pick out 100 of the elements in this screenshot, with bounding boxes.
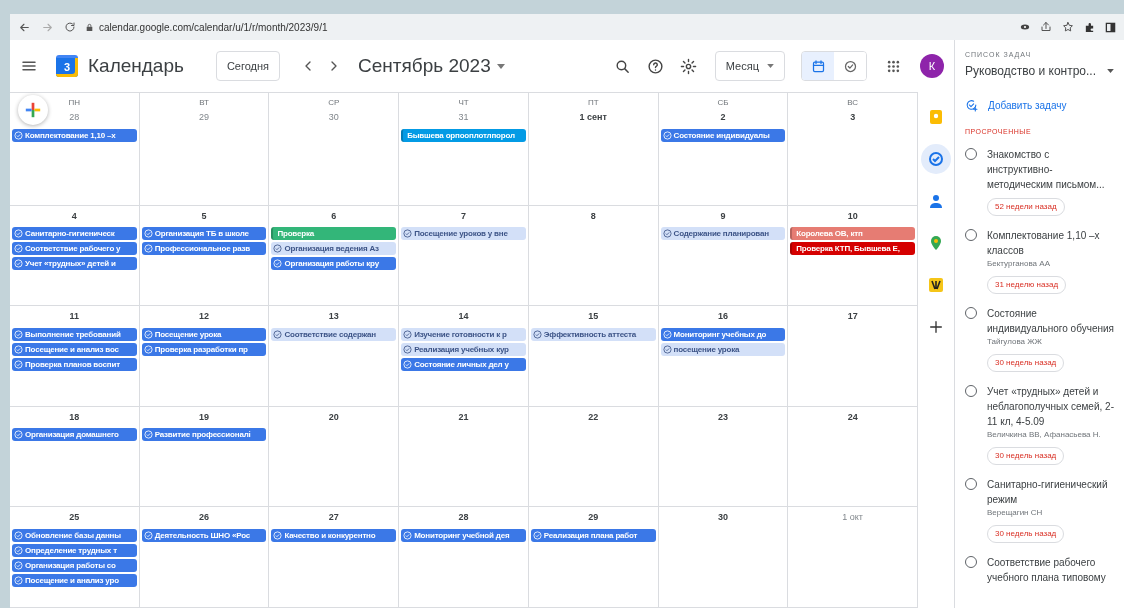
day-number[interactable]: 29 (199, 111, 210, 125)
day-number[interactable]: 18 (69, 410, 80, 425)
day-number[interactable]: 7 (461, 209, 466, 224)
check-circle-icon (14, 344, 23, 354)
check-circle-icon (273, 329, 283, 339)
task-chip[interactable]: Профессиональное разв (141, 242, 267, 256)
task-chip[interactable]: Организация работы со (12, 558, 137, 572)
event-chip[interactable]: Проверка КТП, Бывшева Е, (790, 242, 915, 256)
task-chip[interactable]: Проверка планов воспит (12, 357, 137, 371)
task-chip[interactable]: Соответствие содержан (271, 327, 397, 341)
task-chip[interactable]: Организация ведения Аз (271, 242, 397, 256)
day-number[interactable]: 12 (199, 310, 210, 324)
day-number[interactable]: 30 (328, 111, 339, 125)
day-number[interactable]: 15 (588, 310, 599, 324)
task-chip[interactable]: Комплектование 1,10 –х (12, 128, 137, 142)
task-chip[interactable]: Мониторинг учебной дея (401, 528, 526, 542)
task-chip[interactable]: Состояние личных дел у (401, 357, 526, 371)
view-dropdown[interactable]: Месяц (714, 50, 785, 82)
day-number[interactable]: 31 (458, 111, 469, 125)
create-button[interactable] (18, 95, 48, 125)
day-number[interactable]: 21 (458, 410, 469, 425)
day-number[interactable]: 17 (847, 310, 858, 324)
task-chip[interactable]: Посещение урока (141, 327, 267, 341)
day-number[interactable]: 19 (199, 410, 210, 425)
task-chip[interactable]: Проверка разработки пр (141, 342, 267, 356)
day-number[interactable]: 2 (720, 111, 726, 125)
sidebar-icon[interactable] (1105, 21, 1116, 33)
check-circle-icon (14, 560, 23, 570)
day-number[interactable]: 27 (328, 511, 339, 525)
day-number[interactable]: 29 (588, 511, 599, 525)
day-number[interactable]: 14 (458, 310, 469, 324)
day-number[interactable]: 23 (717, 410, 728, 425)
task-chip[interactable]: Посещение и анализ вос (12, 342, 137, 356)
task-title[interactable]: Учет «трудных» детей и неблагополучных семей, 2-11 кл, 4-5.09 (987, 384, 1114, 429)
task-chip[interactable]: Качество и конкурентно (271, 528, 397, 542)
task-chip[interactable]: Посещение уроков у вне (401, 227, 526, 241)
view-toggle-button[interactable] (802, 52, 834, 80)
task-chip[interactable]: Эффективность аттеста (530, 327, 656, 341)
plus-icon (24, 101, 42, 119)
avatar[interactable]: К (920, 54, 944, 78)
task-title[interactable]: Знакомство с инструктивно-методическим письмом... (987, 147, 1114, 192)
check-circle-icon (14, 259, 23, 269)
task-chip[interactable]: Санитарно-гигиеническ (12, 227, 137, 241)
day-number[interactable]: 10 (847, 209, 858, 224)
url-text: calendar.google.com/calendar/u/1/r/month/2023/9/1 (99, 20, 328, 35)
day-number[interactable]: 28 (458, 511, 469, 525)
task-chip[interactable]: Изучение готовности к р (401, 327, 526, 341)
task-chip[interactable]: Организация работы кру (271, 257, 397, 271)
puzzle-icon[interactable] (1084, 21, 1095, 33)
task-chip[interactable]: Организация домашнего (12, 428, 137, 442)
map-pin-icon (928, 235, 944, 251)
add-task-button[interactable]: Добавить задачу (965, 97, 1114, 113)
day-number[interactable]: 1 окт (842, 511, 863, 525)
day-number[interactable]: 22 (588, 410, 599, 425)
address-bar[interactable]: calendar.google.com/calendar/u/1/r/month/2023/9/1 (86, 19, 1010, 35)
help-icon[interactable] (646, 57, 664, 75)
task-chip[interactable]: Определение трудных т (12, 543, 137, 557)
task-chip[interactable]: Деятельность ШНО «Рос (141, 528, 267, 542)
task-chip[interactable]: Организация ТБ в школе (141, 227, 267, 241)
day-number[interactable]: 20 (328, 410, 339, 425)
day-number[interactable]: 24 (847, 410, 858, 425)
today-button[interactable]: Сегодня (215, 50, 281, 82)
day-number[interactable]: 1 сент (579, 111, 607, 125)
task-check-icon (928, 151, 944, 167)
task-title[interactable]: Санитарно-гигиенический режим (987, 477, 1114, 507)
day-number[interactable]: 26 (199, 511, 210, 525)
task-title[interactable]: Комплектование 1,10 –х классов (987, 228, 1114, 258)
day-number[interactable]: 4 (71, 209, 77, 224)
task-chip[interactable]: Реализация плана работ (530, 528, 656, 542)
day-number[interactable]: 6 (331, 209, 337, 224)
day-number[interactable]: 9 (720, 209, 726, 224)
settings-icon[interactable] (679, 57, 697, 75)
day-number[interactable]: 13 (328, 310, 339, 324)
task-chip[interactable]: Учет «трудных» детей и (12, 257, 137, 271)
task-title[interactable]: Состояние индивидуального обучения (987, 306, 1114, 336)
day-number[interactable]: 16 (717, 310, 728, 324)
day-number[interactable]: 11 (69, 310, 80, 324)
task-chip[interactable]: Посещение и анализ уро (12, 573, 137, 587)
task-chip[interactable]: посещение урока (660, 342, 786, 356)
task-chip[interactable]: Состояние индивидуалы (660, 128, 786, 142)
task-chip[interactable]: Выполнение требований (12, 327, 137, 341)
day-number[interactable]: 8 (590, 209, 596, 224)
task-chip[interactable]: Развитие профессионалі (141, 428, 267, 442)
day-number[interactable]: 25 (69, 511, 80, 525)
event-chip[interactable]: Бывшева орпооплотлпорол (401, 128, 526, 142)
task-chip[interactable]: Реализация учебных кур (401, 342, 526, 356)
task-chip[interactable]: Обновление базы данны (12, 528, 137, 542)
task-title[interactable]: Соответствие рабочего учебного плана типовому (987, 555, 1114, 585)
apps-grid-icon[interactable] (887, 59, 900, 73)
eye-icon[interactable] (1020, 22, 1030, 32)
day-number[interactable]: 30 (717, 511, 728, 525)
day-number[interactable]: 3 (850, 111, 856, 125)
period-selector[interactable]: Сентябрь 2023 (358, 51, 505, 81)
day-number[interactable]: 28 (69, 111, 80, 125)
task-chip[interactable]: Мониторинг учебных до (660, 327, 786, 341)
task-chip[interactable]: Соответствие рабочего у (12, 242, 137, 256)
task-chip[interactable]: Содержание планирован (660, 227, 786, 241)
day-number[interactable]: 5 (201, 209, 207, 224)
task-list-dropdown[interactable]: Руководство и контро... (965, 61, 1114, 86)
search-icon[interactable] (613, 57, 631, 75)
